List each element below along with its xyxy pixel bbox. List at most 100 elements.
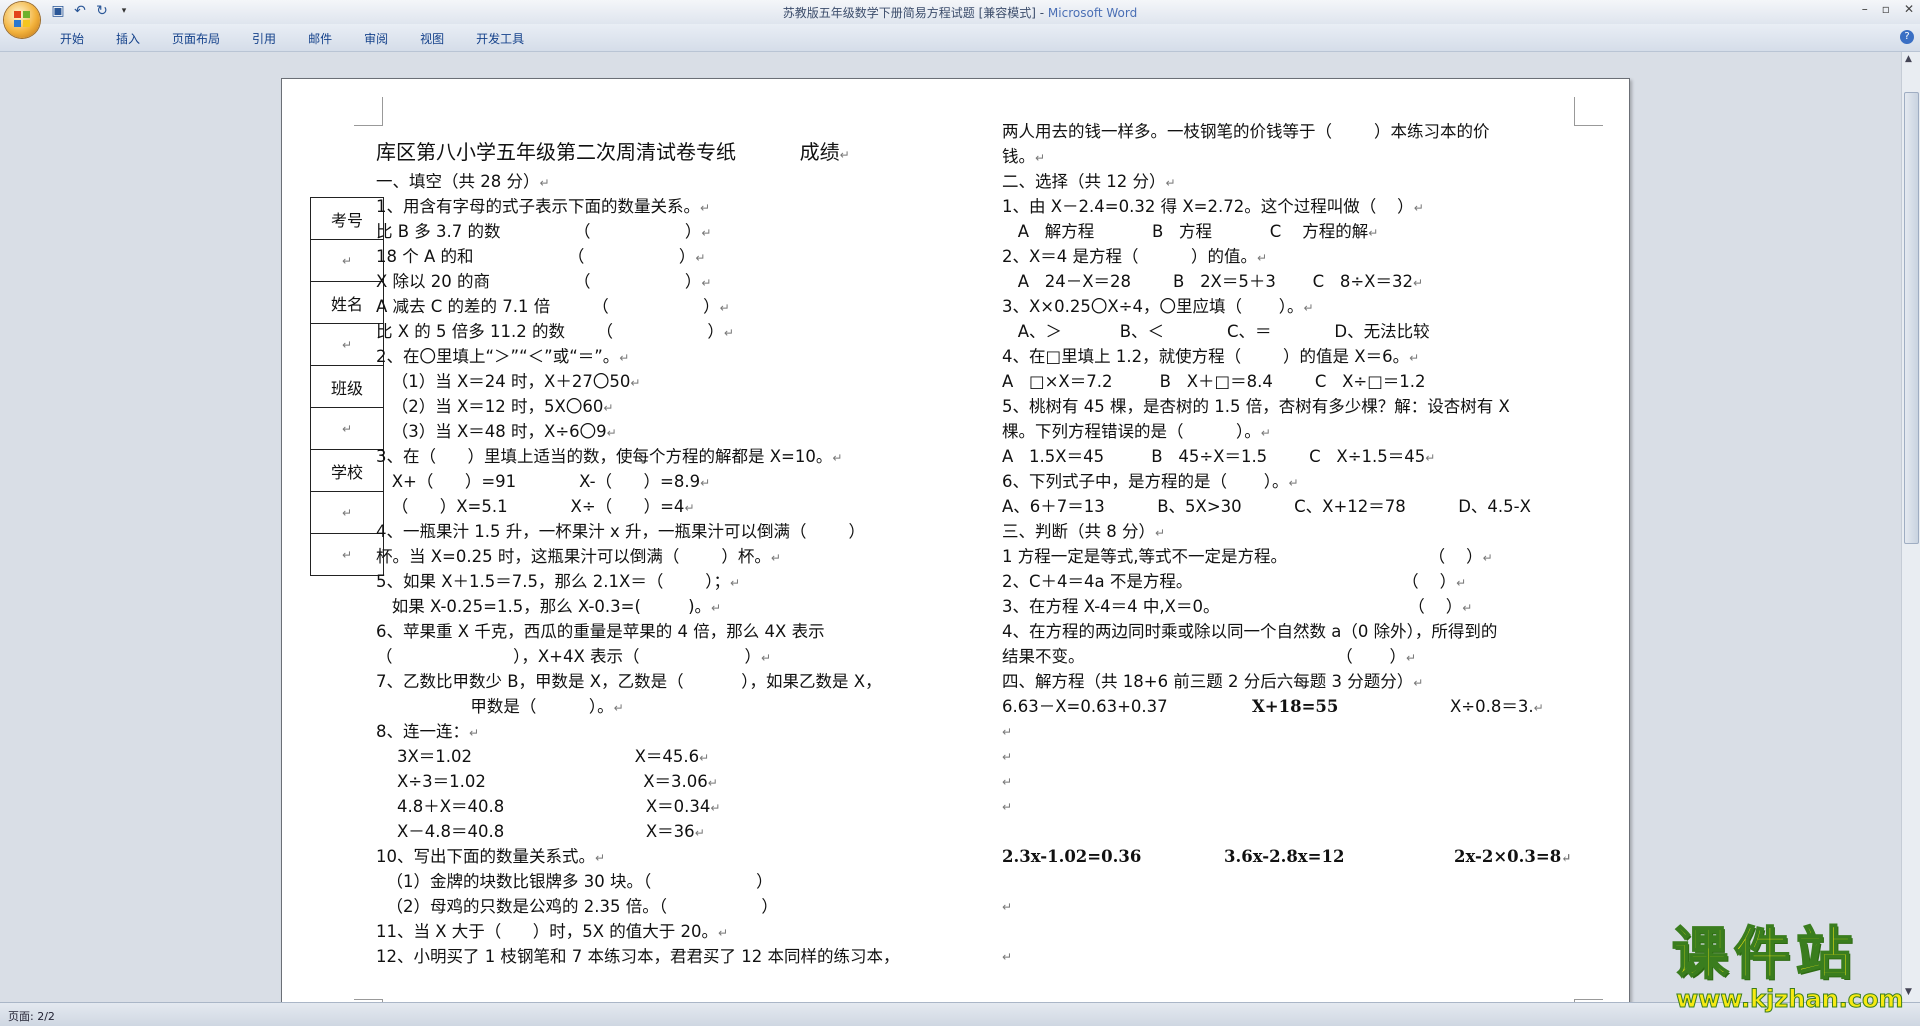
text-line: A 1.5X＝45 B 45÷X＝1.5 C X÷1.5＝45↵	[1002, 447, 1436, 466]
tab-page-layout[interactable]: 页面布局	[172, 30, 220, 47]
text-line: 甲数是（ ）。↵	[376, 697, 624, 716]
text-line: 8、连一连：↵	[376, 722, 480, 741]
close-icon[interactable]: ✕	[1904, 2, 1914, 16]
text-line: 如果 X-0.25=1.5，那么 X-0.3=( )。↵	[376, 597, 722, 616]
ribbon: 开始 插入 页面布局 引用 邮件 审阅 视图 开发工具	[0, 24, 1920, 52]
text-line: 4、在方程的两边同时乘或除以同一个自然数 a（0 除外），所得到的	[1002, 622, 1498, 641]
text-line: A 24－X＝28 B 2X＝5＋3 C 8÷X＝32↵	[1002, 272, 1424, 291]
text-line: X 除以 20 的商 （ ）↵	[376, 272, 712, 291]
text-line: X÷3＝1.02 X＝3.06↵	[376, 772, 718, 791]
page-indicator[interactable]: 页面: 2/2	[8, 1008, 55, 1024]
text-line: 棵。下列方程错误的是（ ）。↵	[1002, 422, 1271, 441]
text-line: 结果不变。 （ ）↵	[1002, 647, 1417, 666]
student-info-table: 考号 ↵ 姓名 ↵ 班级 ↵ 学校 ↵ ↵	[310, 197, 384, 576]
paragraph-mark: ↵	[1002, 775, 1013, 789]
text-line: 3、X×0.25〇X÷4，〇里应填（ ）。↵	[1002, 297, 1314, 316]
text-line: 3、在（ ）里填上适当的数，使每个方程的解都是 X=10。↵	[376, 447, 843, 466]
text-line: （3）当 X＝48 时，X÷6〇9↵	[376, 422, 617, 441]
equation: 2.3x-1.02=0.36	[1002, 847, 1142, 866]
table-cell: 姓名	[311, 282, 383, 324]
text-line: （ ）X=5.1 X÷（ ）=4↵	[376, 497, 695, 516]
minimize-icon[interactable]: –	[1862, 2, 1868, 16]
text-line: 2、X＝4 是方程（ ）的值。↵	[1002, 247, 1268, 266]
status-bar: 页面: 2/2	[0, 1002, 1920, 1026]
text-line: （ ），X+4X 表示（ ）↵	[376, 647, 772, 666]
text-line: 6、苹果重 X 千克，西瓜的重量是苹果的 4 倍，那么 4X 表示	[376, 622, 825, 641]
tab-references[interactable]: 引用	[252, 30, 276, 47]
text-line: （2）母鸡的只数是公鸡的 2.35 倍。（ ）	[376, 897, 778, 916]
section-heading: 二、选择（共 12 分）↵	[1002, 172, 1176, 191]
text-line: A 减去 C 的差的 7.1 倍 （ ）↵	[376, 297, 730, 316]
tab-home[interactable]: 开始	[60, 30, 84, 47]
text-line: 1、由 X－2.4=0.32 得 X=2.72。这个过程叫做（ ）↵	[1002, 197, 1424, 216]
equation: 2x-2×0.3=8↵	[1454, 847, 1572, 866]
text-line: X－4.8＝40.8 X＝36↵	[376, 822, 705, 841]
document-page[interactable]: 库区第八小学五年级第二次周清试卷专纸 成绩↵ 考号 ↵ 姓名 ↵ 班级 ↵ 学校…	[281, 78, 1630, 1002]
equation: X÷0.8＝3.↵	[1450, 697, 1544, 716]
ribbon-tabs: 开始 插入 页面布局 引用 邮件 审阅 视图 开发工具	[60, 30, 556, 47]
paragraph-mark: ↵	[1002, 725, 1013, 739]
table-cell: ↵	[311, 408, 383, 450]
text-line: 2、在〇里填上“＞”“＜”或“＝”。↵	[376, 347, 630, 366]
equation: 6.63－X=0.63+0.37	[1002, 697, 1168, 716]
equation: 3.6x-2.8x=12	[1224, 847, 1345, 866]
paragraph-mark: ↵	[1002, 900, 1013, 914]
crop-mark	[354, 97, 383, 126]
table-cell: ↵	[341, 547, 353, 562]
section-heading: 一、填空（共 28 分）↵	[376, 172, 550, 191]
text-line: （1）当 X＝24 时，X＋27〇50↵	[376, 372, 641, 391]
paragraph-mark: ↵	[1002, 800, 1013, 814]
tab-developer[interactable]: 开发工具	[476, 30, 524, 47]
text-line: 4、一瓶果汁 1.5 升，一杯果汁 x 升，一瓶果汁可以倒满（ ）	[376, 522, 865, 541]
maximize-icon[interactable]: ▫	[1882, 2, 1890, 16]
equation: X+18=55	[1252, 697, 1339, 716]
scroll-down-icon[interactable]: ▼	[1905, 987, 1912, 997]
document-heading: 库区第八小学五年级第二次周清试卷专纸 成绩↵	[376, 140, 850, 164]
table-cell: 学校	[311, 450, 383, 492]
table-cell: ↵	[311, 240, 383, 282]
text-line: 5、桃树有 45 棵，是杏树的 1.5 倍，杏树有多少棵？解：设杏树有 X	[1002, 397, 1510, 416]
tab-review[interactable]: 审阅	[364, 30, 388, 47]
text-line: 18 个 A 的和 （ ）↵	[376, 247, 706, 266]
paragraph-mark: ↵	[1002, 950, 1013, 964]
office-button[interactable]	[4, 2, 40, 38]
text-line: A、＞ B、＜ C、＝ D、无法比较	[1002, 322, 1430, 341]
watermark-text: 课件站	[1671, 922, 1858, 987]
text-line: 3、在方程 X-4＝4 中,X＝0。 （ ）↵	[1002, 597, 1473, 616]
vertical-scrollbar[interactable]: ▲ ▼	[1901, 52, 1920, 1002]
text-line: 10、写出下面的数量关系式。↵	[376, 847, 606, 866]
text-line: A □×X＝7.2 B X＋□＝8.4 C X÷□＝1.2	[1002, 372, 1426, 391]
text-line: 1、用含有字母的式子表示下面的数量关系。↵	[376, 197, 711, 216]
scroll-up-icon[interactable]: ▲	[1905, 54, 1912, 64]
tab-insert[interactable]: 插入	[116, 30, 140, 47]
text-line: 4、在□里填上 1.2，就使方程（ ）的值是 X＝6。↵	[1002, 347, 1420, 366]
section-heading: 四、解方程（共 18+6 前三题 2 分后六每题 3 分题分）↵	[1002, 672, 1424, 691]
table-cell: ↵	[311, 492, 383, 534]
text-line: 比 X 的 5 倍多 11.2 的数 （ ）↵	[376, 322, 734, 341]
text-line: （1）金牌的块数比银牌多 30 块。（ ）	[376, 872, 773, 891]
office-logo-icon	[14, 11, 30, 27]
table-cell: 考号	[311, 198, 383, 240]
text-line: 5、如果 X＋1.5＝7.5，那么 2.1X＝（ ）；↵	[376, 572, 741, 591]
text-line: 杯。当 X=0.25 时，这瓶果汁可以倒满（ ）杯。↵	[376, 547, 781, 566]
window-title: 苏教版五年级数学下册简易方程试题 [兼容模式] - Microsoft Word	[782, 6, 1138, 20]
site-watermark: 课件站 www.kjzhan.com	[1671, 922, 1904, 1014]
crop-mark	[1574, 97, 1603, 126]
help-icon[interactable]: ?	[1900, 30, 1914, 44]
scrollbar-thumb[interactable]	[1904, 92, 1919, 544]
tab-mailings[interactable]: 邮件	[308, 30, 332, 47]
tab-view[interactable]: 视图	[420, 30, 444, 47]
section-heading: 三、判断（共 8 分）↵	[1002, 522, 1166, 541]
text-line: 3X＝1.02 X＝45.6↵	[376, 747, 710, 766]
text-line: A、6＋7＝13 B、5X>30 C、X+12＝78 D、4.5-X	[1002, 497, 1531, 516]
text-line: 1 方程一定是等式,等式不一定是方程。 （ ）↵	[1002, 547, 1493, 566]
text-line: 比 B 多 3.7 的数 （ ）↵	[376, 222, 712, 241]
text-line: （2）当 X＝12 时，5X〇60↵	[376, 397, 614, 416]
text-line: 6、下列式子中，是方程的是（ ）。↵	[1002, 472, 1299, 491]
text-line: 12、小明买了 1 枝钢笔和 7 本练习本，君君买了 12 本同样的练习本，	[376, 947, 900, 966]
watermark-url: www.kjzhan.com	[1675, 985, 1904, 1014]
text-line: 7、乙数比甲数少 B，甲数是 X，乙数是（ ），如果乙数是 X，	[376, 672, 882, 691]
table-cell: 班级	[311, 366, 383, 408]
paragraph-mark: ↵	[1002, 750, 1013, 764]
text-line: 钱。↵	[1002, 147, 1046, 166]
